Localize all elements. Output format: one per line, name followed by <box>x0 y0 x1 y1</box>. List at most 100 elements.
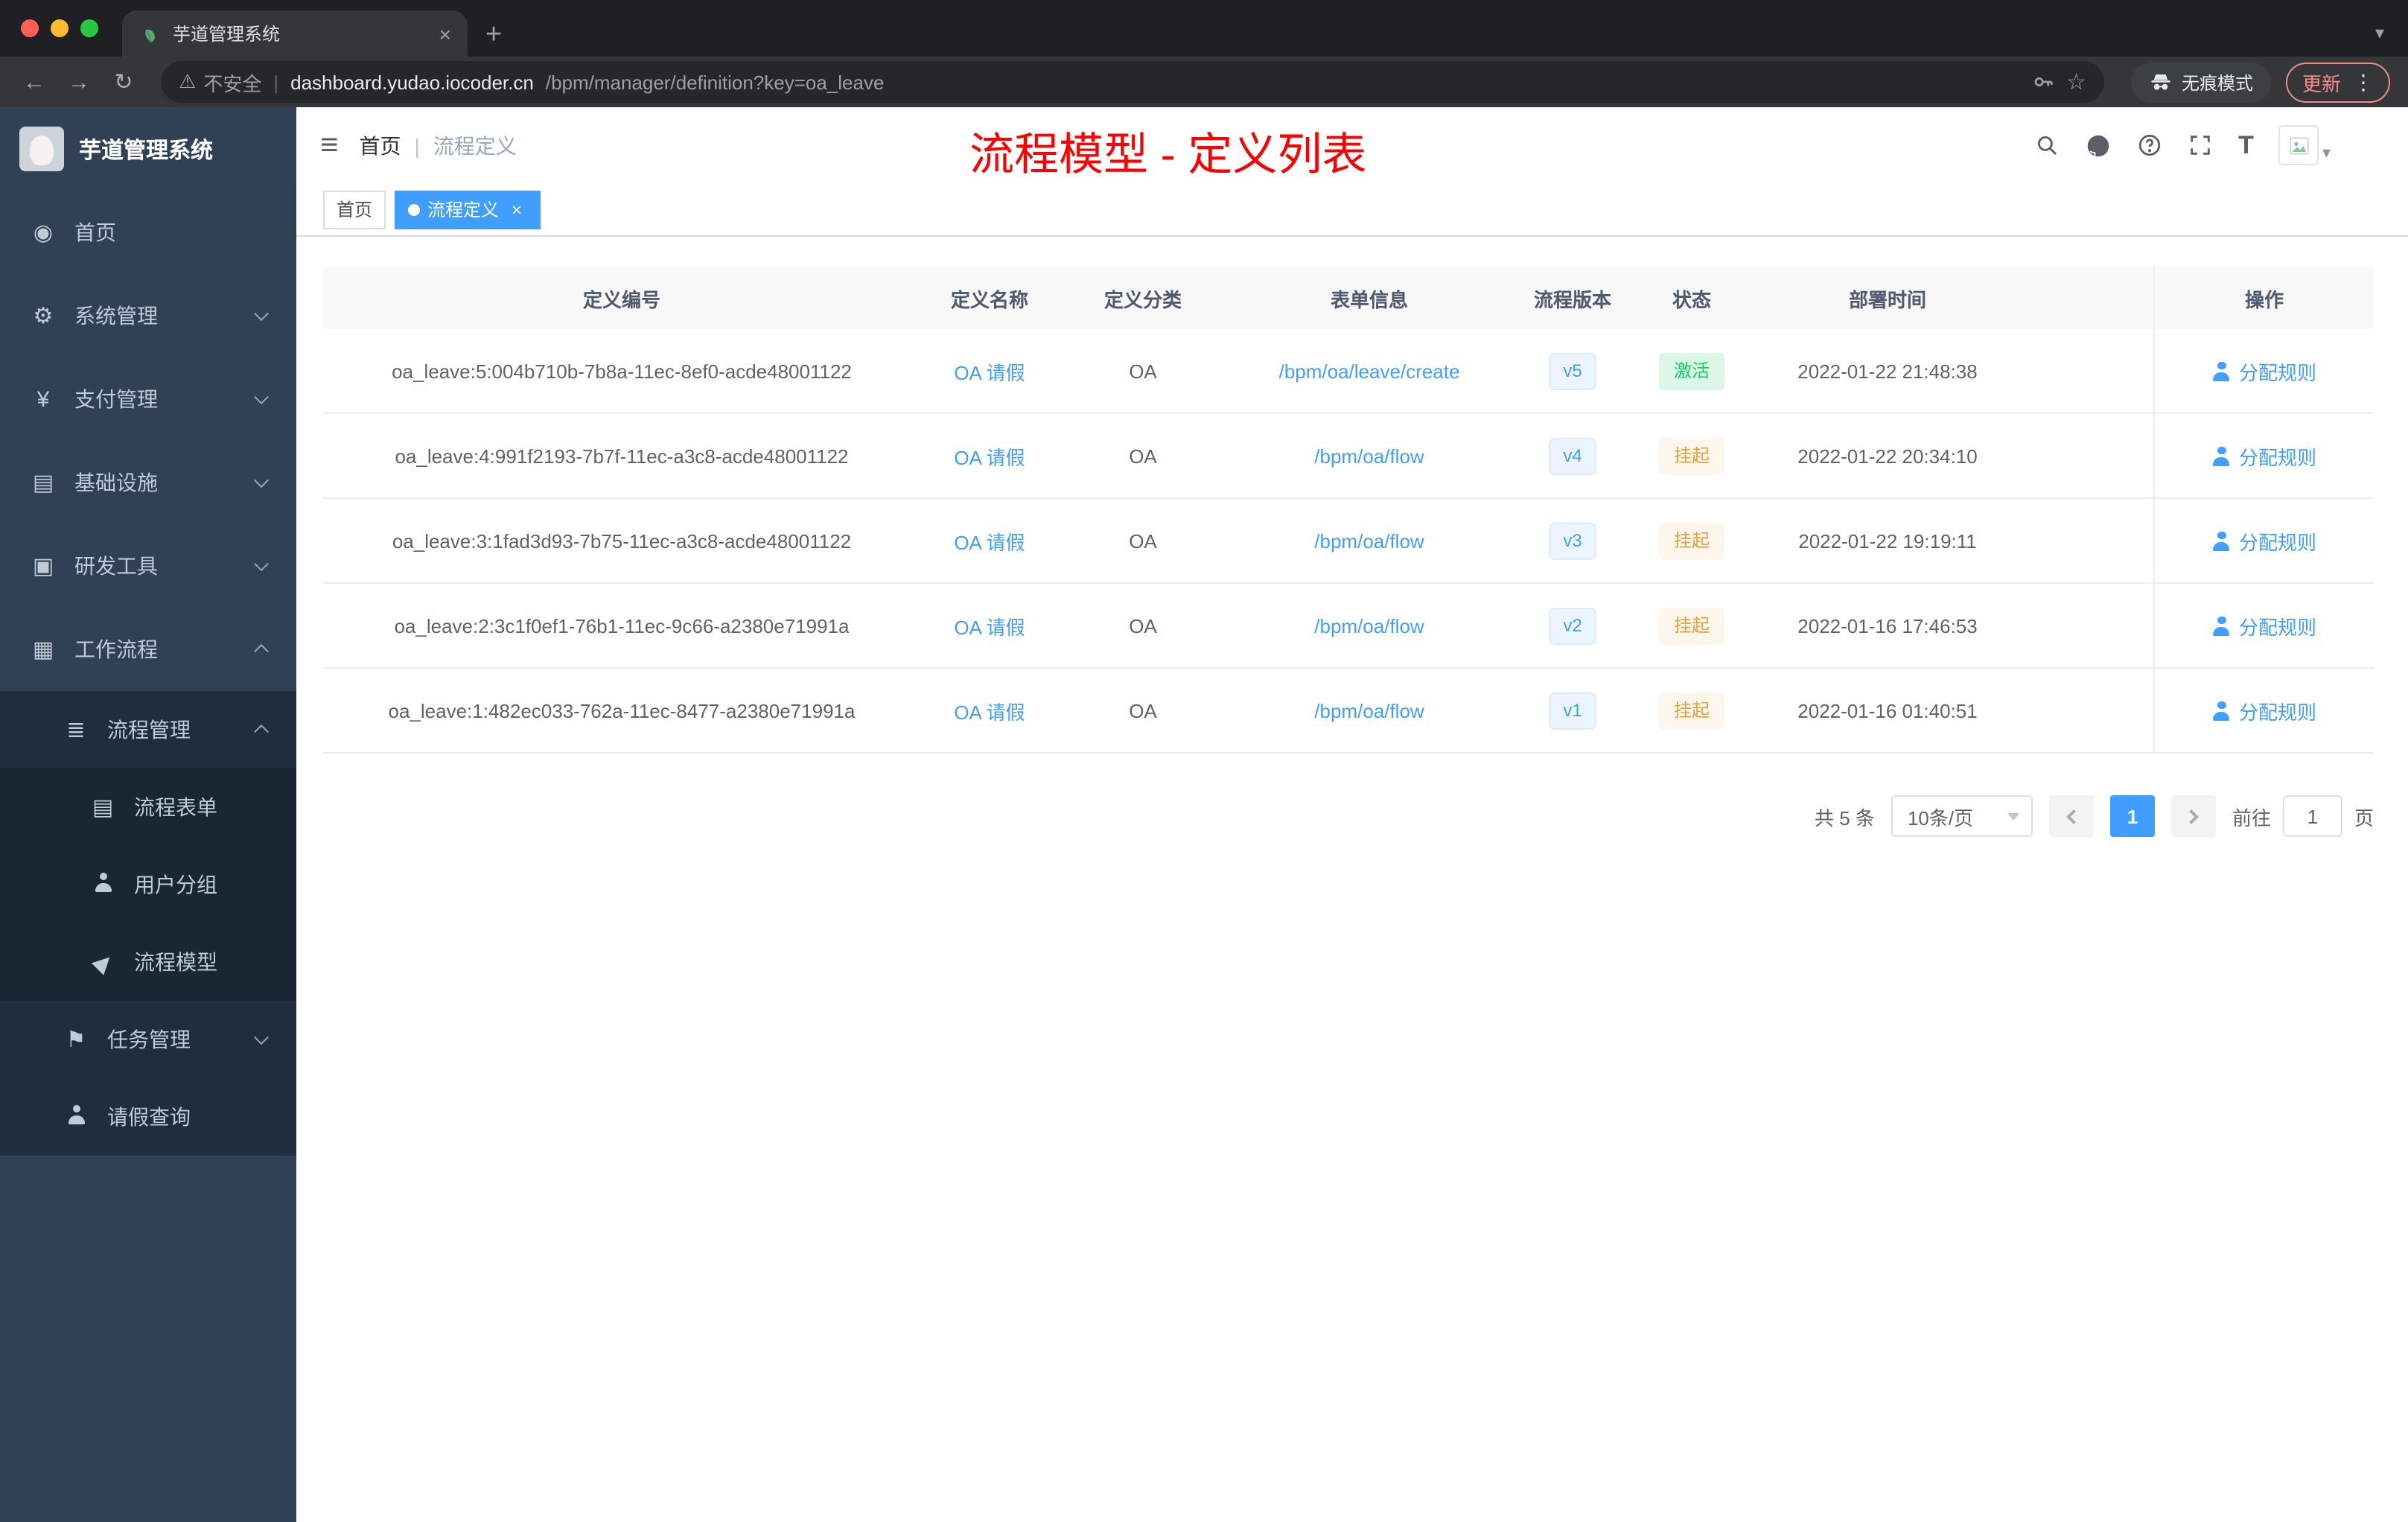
tag-close-icon[interactable]: × <box>506 199 527 220</box>
user-avatar[interactable]: ▾ <box>2278 125 2331 165</box>
pagination-total: 共 5 条 <box>1815 806 1875 829</box>
chevron-left-icon <box>2066 809 2081 824</box>
tab-close-icon[interactable]: × <box>435 22 456 45</box>
status-tag: 挂起 <box>1658 607 1724 644</box>
sidebar-item-dev-tools[interactable]: ▣ 研发工具 <box>0 524 296 608</box>
back-icon[interactable]: ← <box>15 69 54 95</box>
definition-name-link[interactable]: OA 请假 <box>954 442 1025 470</box>
sidebar-item-leave-query[interactable]: 请假查询 <box>0 1078 296 1156</box>
definition-name-link[interactable]: OA 请假 <box>954 357 1025 385</box>
browser-tab[interactable]: 芋道管理系统 × <box>122 10 468 57</box>
version-tag: v1 <box>1548 692 1597 729</box>
logo-avatar <box>19 127 64 171</box>
sidebar-item-home[interactable]: ◉ 首页 <box>0 191 296 274</box>
address-bar[interactable]: ⚠ 不安全 | dashboard.yudao.iocoder.cn /bpm/… <box>161 61 2104 103</box>
sidebar-item-process-form[interactable]: ▤ 流程表单 <box>0 768 296 846</box>
main-area: ≡ 首页 | 流程定义 流程模型 - 定义列表 T ▾ 首页 流程定义 × 定义… <box>296 107 2408 1522</box>
sidebar: 芋道管理系统 ◉ 首页 ⚙ 系统管理 ¥ 支付管理 ▤ 基础设施 ▣ 研发工具 … <box>0 107 296 1522</box>
security-chip[interactable]: ⚠ 不安全 <box>179 68 261 96</box>
app-logo[interactable]: 芋道管理系统 <box>0 107 296 191</box>
github-icon[interactable] <box>2085 132 2112 159</box>
definition-id: oa_leave:1:482ec033-762a-11ec-8477-a2380… <box>388 699 856 722</box>
form-link[interactable]: /bpm/oa/leave/create <box>1279 360 1460 382</box>
sidebar-item-system-management[interactable]: ⚙ 系统管理 <box>0 274 296 357</box>
search-icon[interactable] <box>2034 133 2060 158</box>
sidebar-item-workflow[interactable]: ▦ 工作流程 <box>0 608 296 691</box>
sidebar-item-payment-management[interactable]: ¥ 支付管理 <box>0 357 296 441</box>
form-link[interactable]: /bpm/oa/flow <box>1314 445 1424 467</box>
form-link[interactable]: /bpm/oa/flow <box>1314 614 1424 637</box>
next-page-button[interactable] <box>2170 795 2216 837</box>
warning-icon: ⚠ <box>179 70 197 92</box>
person-icon <box>66 1104 86 1124</box>
definition-name-link[interactable]: OA 请假 <box>954 526 1025 555</box>
sidebar-item-label: 用户分组 <box>134 873 217 897</box>
deploy-time: 2022-01-22 19:19:11 <box>1798 529 1977 552</box>
assign-rule-link[interactable]: 分配规则 <box>2212 526 2316 555</box>
sidebar-item-task-management[interactable]: ⚑ 任务管理 <box>0 1001 296 1078</box>
sidebar-item-infrastructure[interactable]: ▤ 基础设施 <box>0 441 296 524</box>
favicon-leaf-icon <box>145 28 155 42</box>
form-link[interactable]: /bpm/oa/flow <box>1314 699 1424 722</box>
sidebar-item-label: 请假查询 <box>107 1105 191 1129</box>
form-link[interactable]: /bpm/oa/flow <box>1314 529 1424 552</box>
font-size-icon[interactable]: T <box>2238 130 2254 160</box>
goto-page-input[interactable] <box>2282 795 2342 837</box>
definition-category: OA <box>1129 445 1157 467</box>
version-tag: v4 <box>1548 437 1597 474</box>
tab-title: 芋道管理系统 <box>173 24 281 45</box>
chevron-down-icon <box>254 556 269 572</box>
browser-update-button[interactable]: 更新 ⋮ <box>2285 62 2390 102</box>
tag-home[interactable]: 首页 <box>323 190 386 229</box>
sidebar-item-label: 工作流程 <box>74 637 158 661</box>
breadcrumb-home[interactable]: 首页 <box>360 130 401 160</box>
page-size-select[interactable]: 10条/页 <box>1891 795 2033 837</box>
maximize-window-button[interactable] <box>80 19 98 37</box>
deploy-time: 2022-01-22 21:48:38 <box>1797 360 1978 382</box>
sidebar-toggle-hamburger-icon[interactable]: ≡ <box>320 130 339 161</box>
url-path: /bpm/manager/definition?key=oa_leave <box>545 71 885 93</box>
assign-rule-link[interactable]: 分配规则 <box>2212 696 2316 725</box>
assign-rule-link[interactable]: 分配规则 <box>2212 611 2316 640</box>
prev-page-button[interactable] <box>2048 795 2094 837</box>
avatar-image <box>2278 125 2319 165</box>
sidebar-item-label: 任务管理 <box>107 1028 191 1051</box>
table-row: oa_leave:1:482ec033-762a-11ec-8477-a2380… <box>323 669 2374 754</box>
tools-icon: ▣ <box>32 554 54 579</box>
tag-label: 首页 <box>337 200 373 220</box>
forward-icon[interactable]: → <box>60 69 98 95</box>
goto-unit: 页 <box>2354 806 2374 829</box>
help-question-icon[interactable] <box>2137 133 2162 158</box>
new-tab-button[interactable]: + <box>485 21 502 49</box>
deploy-time: 2022-01-22 20:34:10 <box>1797 445 1978 467</box>
definition-name-link[interactable]: OA 请假 <box>954 611 1025 640</box>
definition-name-link[interactable]: OA 请假 <box>954 696 1025 725</box>
tag-process-definition[interactable]: 流程定义 × <box>395 190 541 229</box>
user-icon <box>2212 701 2232 720</box>
row-spacer <box>2025 669 2153 752</box>
select-caret-icon <box>2007 812 2019 820</box>
assign-rule-link[interactable]: 分配规则 <box>2212 357 2316 385</box>
col-status: 状态 <box>1672 288 1711 311</box>
tags-view: 首页 流程定义 × <box>296 183 2408 237</box>
current-page-button[interactable]: 1 <box>2109 795 2155 837</box>
browser-menu-kebab-icon[interactable]: ⋮ <box>2353 69 2374 95</box>
password-key-icon[interactable] <box>2030 70 2054 94</box>
chevron-down-icon <box>254 1030 269 1045</box>
bookmark-star-icon[interactable]: ☆ <box>2066 69 2086 95</box>
sidebar-item-process-model[interactable]: ▶ 流程模型 <box>0 923 296 1001</box>
incognito-icon <box>2151 74 2170 90</box>
app-navbar: ≡ 首页 | 流程定义 流程模型 - 定义列表 T ▾ <box>296 107 2408 183</box>
assign-rule-link[interactable]: 分配规则 <box>2212 442 2316 470</box>
dashboard-icon: ◉ <box>33 220 54 246</box>
pagination: 共 5 条 10条/页 1 前往 页 <box>323 795 2374 837</box>
close-window-button[interactable] <box>21 19 39 37</box>
sidebar-item-process-management[interactable]: ≣ 流程管理 <box>0 691 296 768</box>
sidebar-item-user-group[interactable]: 用户分组 <box>0 846 296 923</box>
gear-icon: ⚙ <box>33 304 54 329</box>
fullscreen-icon[interactable] <box>2188 133 2213 158</box>
minimize-window-button[interactable] <box>51 19 69 37</box>
document-icon: ▤ <box>92 795 114 821</box>
tab-search-caret-icon[interactable]: ▾ <box>2375 22 2384 43</box>
reload-icon[interactable]: ↻ <box>104 69 143 95</box>
